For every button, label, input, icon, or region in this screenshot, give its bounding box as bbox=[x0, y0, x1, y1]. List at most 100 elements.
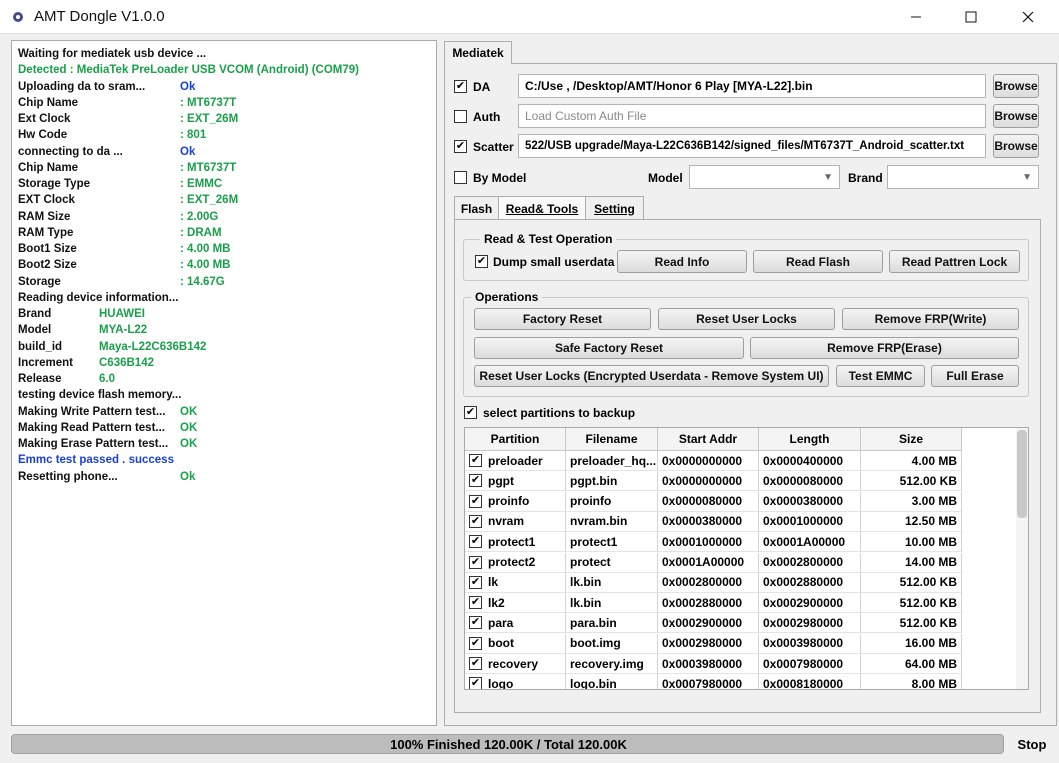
auth-file-field[interactable]: Load Custom Auth File bbox=[518, 104, 986, 128]
log-line-value: : EMMC bbox=[180, 178, 223, 190]
reset-user-locks-button[interactable]: Reset User Locks bbox=[658, 308, 835, 330]
da-checkbox[interactable]: ✔ bbox=[454, 80, 467, 93]
log-line-label: Making Write Pattern test... bbox=[18, 405, 166, 418]
tab-mediatek[interactable]: Mediatek bbox=[444, 41, 512, 64]
read-info-button[interactable]: Read Info bbox=[617, 250, 747, 273]
partition-name: protect1 bbox=[488, 534, 536, 549]
table-row[interactable]: ✔ protect1 protect1 0x0001000000 0x0001A0000… bbox=[465, 532, 962, 553]
partition-name: recovery bbox=[488, 656, 539, 671]
table-row[interactable]: ✔ preloader preloader_hq... 0x0000000000 0x0… bbox=[465, 451, 962, 471]
cell-partition: ✔ recovery bbox=[465, 654, 566, 674]
remove-frp-erase-button[interactable]: Remove FRP(Erase) bbox=[750, 337, 1019, 359]
cell-partition: ✔ lk2 bbox=[465, 593, 566, 614]
minimize-icon[interactable] bbox=[893, 0, 939, 34]
by-model-label: By Model bbox=[473, 171, 527, 185]
dump-userdata-checkbox[interactable]: ✔ bbox=[475, 255, 488, 268]
table-row[interactable]: ✔ lk2 lk.bin 0x0002880000 0x0002900000 512.00… bbox=[465, 593, 962, 614]
row-checkbox[interactable]: ✔ bbox=[469, 657, 482, 670]
window-title: AMT Dongle V1.0.0 bbox=[34, 8, 165, 25]
row-checkbox[interactable]: ✔ bbox=[469, 555, 482, 569]
column-header[interactable]: Length bbox=[759, 428, 861, 451]
table-row[interactable]: ✔ logo logo.bin 0x0007980000 0x0008180000 8.0… bbox=[465, 674, 962, 690]
log-line-label: Boot1 Size bbox=[18, 243, 77, 255]
cell-length: 0x0002980000 bbox=[759, 613, 861, 634]
safe-factory-reset-button[interactable]: Safe Factory Reset bbox=[474, 337, 744, 359]
column-header[interactable]: Filename bbox=[566, 428, 658, 451]
log-line-label: EXT Clock bbox=[18, 194, 75, 207]
log-line-value: : DRAM bbox=[180, 226, 222, 239]
log-line-value: OK bbox=[180, 405, 198, 418]
by-model-checkbox[interactable] bbox=[454, 171, 467, 184]
row-checkbox[interactable]: ✔ bbox=[469, 636, 482, 650]
tab-read-tools[interactable]: Read& Tools bbox=[498, 196, 586, 220]
row-checkbox[interactable]: ✔ bbox=[469, 677, 482, 689]
cell-size: 512.00 KB bbox=[861, 471, 962, 492]
scatter-file-field[interactable]: 522/USB upgrade/Maya-L22C636B142/signed_… bbox=[518, 134, 986, 158]
table-row[interactable]: ✔ nvram nvram.bin 0x0000380000 0x0001000000 1… bbox=[465, 511, 962, 532]
model-select[interactable]: ▼ bbox=[689, 165, 840, 189]
cell-filename: nvram.bin bbox=[566, 511, 658, 532]
read-flash-button[interactable]: Read Flash bbox=[753, 250, 883, 273]
maximize-icon[interactable] bbox=[948, 0, 994, 34]
partition-name: logo bbox=[488, 676, 514, 690]
stop-button[interactable]: Stop bbox=[1012, 734, 1052, 754]
log-line-value: : 14.67G bbox=[180, 275, 225, 288]
table-row[interactable]: ✔ lk lk.bin 0x0002800000 0x0002880000 512.00 … bbox=[465, 572, 962, 593]
row-checkbox[interactable]: ✔ bbox=[469, 514, 482, 528]
full-erase-button[interactable]: Full Erase bbox=[931, 365, 1019, 387]
da-file-field[interactable]: C:/Use , /Desktop/AMT/Honor 6 Play [MYA-… bbox=[518, 74, 986, 98]
da-browse-button[interactable]: Browse bbox=[993, 74, 1039, 98]
cell-filename: lk.bin bbox=[566, 572, 658, 593]
factory-reset-button[interactable]: Factory Reset bbox=[474, 308, 651, 330]
log-line-label: Ext Clock bbox=[18, 113, 71, 125]
backup-checkbox[interactable]: ✔ bbox=[464, 406, 477, 419]
brand-select[interactable]: ▼ bbox=[887, 165, 1039, 189]
read-pattern-lock-button[interactable]: Read Pattren Lock bbox=[889, 250, 1020, 273]
cell-partition: ✔ boot bbox=[465, 633, 566, 654]
column-header[interactable]: Start Addr bbox=[658, 428, 759, 451]
column-header[interactable]: Size bbox=[861, 428, 962, 451]
table-row[interactable]: ✔ protect2 protect 0x0001A00000 0x0002800000… bbox=[465, 552, 962, 573]
row-checkbox[interactable]: ✔ bbox=[469, 454, 482, 467]
log-line-value: Maya-L22C636B142 bbox=[99, 340, 207, 353]
cell-size: 512.00 KB bbox=[861, 593, 962, 614]
partition-name: boot bbox=[488, 636, 514, 651]
table-row[interactable]: ✔ proinfo proinfo 0x0000080000 0x0000380000 3… bbox=[465, 491, 962, 512]
reset-user-locks-encrypted-button[interactable]: Reset User Locks (Encrypted Userdata - R… bbox=[474, 365, 829, 387]
log-line-value: Ok bbox=[180, 80, 196, 93]
table-row[interactable]: ✔ pgpt pgpt.bin 0x0000000000 0x0000080000 512… bbox=[465, 471, 962, 492]
cell-size: 16.00 MB bbox=[861, 633, 962, 654]
test-emmc-button[interactable]: Test EMMC bbox=[836, 365, 925, 387]
row-checkbox[interactable]: ✔ bbox=[469, 494, 482, 508]
cell-length: 0x0002900000 bbox=[759, 593, 861, 614]
row-checkbox[interactable]: ✔ bbox=[469, 474, 482, 488]
table-row[interactable]: ✔ para para.bin 0x0002900000 0x0002980000 512… bbox=[465, 613, 962, 634]
column-header[interactable]: Partition bbox=[465, 428, 566, 451]
tab-flash[interactable]: Flash bbox=[454, 196, 499, 220]
cell-length: 0x0000380000 bbox=[759, 491, 861, 512]
row-checkbox[interactable]: ✔ bbox=[469, 596, 482, 610]
row-checkbox[interactable]: ✔ bbox=[469, 575, 482, 589]
table-scrollbar-thumb[interactable] bbox=[1017, 430, 1027, 518]
log-line-label: RAM Size bbox=[18, 210, 71, 223]
table-row[interactable]: ✔ boot boot.img 0x0002980000 0x0003980000 16.… bbox=[465, 633, 962, 654]
log-line-label: Storage bbox=[18, 275, 61, 288]
log-line-label: Uploading da to sram... bbox=[18, 80, 146, 93]
cell-start: 0x0002980000 bbox=[658, 633, 759, 654]
row-checkbox[interactable]: ✔ bbox=[469, 616, 482, 630]
scatter-checkbox[interactable]: ✔ bbox=[454, 140, 467, 153]
auth-browse-button[interactable]: Browse bbox=[993, 104, 1039, 128]
cell-partition: ✔ proinfo bbox=[465, 491, 566, 512]
cell-length: 0x0001000000 bbox=[759, 511, 861, 532]
table-row[interactable]: ✔ recovery recovery.img 0x0003980000 0x00079… bbox=[465, 654, 962, 674]
row-checkbox[interactable]: ✔ bbox=[469, 535, 482, 549]
log-line-value: OK bbox=[180, 438, 198, 450]
remove-frp-write-button[interactable]: Remove FRP(Write) bbox=[842, 308, 1019, 330]
cell-start: 0x0000380000 bbox=[658, 511, 759, 532]
close-icon[interactable] bbox=[1005, 0, 1051, 34]
title-bar: AMT Dongle V1.0.0 bbox=[0, 0, 1059, 34]
cell-filename: protect1 bbox=[566, 532, 658, 553]
tab-setting[interactable]: Setting bbox=[585, 196, 644, 220]
scatter-browse-button[interactable]: Browse bbox=[993, 134, 1039, 158]
auth-checkbox[interactable] bbox=[454, 110, 467, 123]
